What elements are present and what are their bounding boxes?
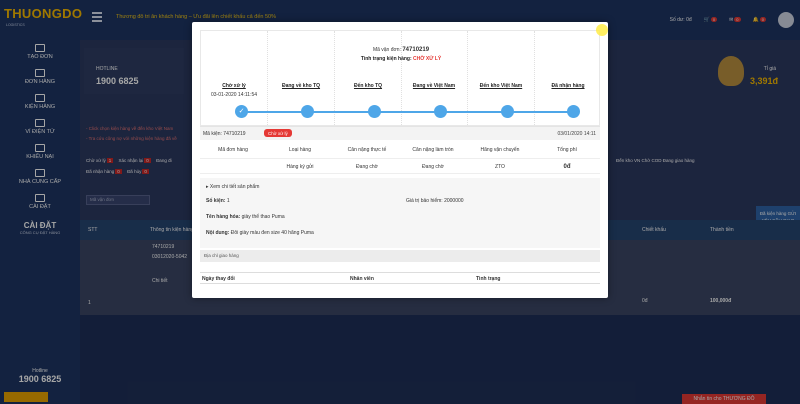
history-table-header: Ngày thay đổi Nhân viên Tình trạng [200, 272, 600, 284]
cursor-highlight [596, 24, 608, 36]
package-date: 03/01/2020 14:11 [557, 131, 596, 137]
step-label-to-vietnam: Đang về Việt Nam [412, 83, 456, 89]
tracking-panel: Mã vận đơn: 74710219 Tình trạng kiện hàn… [200, 30, 600, 126]
package-bar: Mã kiện: 74710219 Chờ xử lý 03/01/2020 1… [200, 126, 600, 140]
product-details: ▸ Xem chi tiết sản phẩm Số kiện: 1 Giá t… [200, 178, 600, 248]
step-label-at-cn-warehouse: Đến kho TQ [353, 83, 383, 89]
delivery-address: Địa chỉ giao hàng [200, 250, 600, 262]
step-dot [434, 105, 447, 118]
step-label-at-vn-warehouse: Đến kho Việt Nam [479, 83, 523, 89]
step-dot [301, 105, 314, 118]
package-detail-modal: Mã vận đơn: 74710219 Tình trạng kiện hàn… [192, 22, 608, 298]
status-badge: Chờ xử lý [264, 129, 292, 137]
step-dot [567, 105, 580, 118]
tracking-status: Tình trạng kiện hàng: CHỜ XỬ LÝ [360, 56, 442, 62]
step-label-to-cn-warehouse: Đang về kho TQ [281, 83, 321, 89]
check-icon: ✓ [235, 105, 248, 118]
expand-products-link[interactable]: ▸ Xem chi tiết sản phẩm [206, 184, 259, 190]
package-table-row: Hàng ký gửi Đang chờ Đang chờ ZTO 0đ [200, 158, 600, 174]
step-date-pending: 03-01-2020 14:11:54 [210, 92, 258, 98]
tracking-code: Mã vận đơn: 74710219 [372, 47, 430, 53]
progress-line [242, 111, 574, 113]
step-dot [368, 105, 381, 118]
step-label-received: Đã nhận hàng [551, 83, 585, 89]
package-table-header: Mã đơn hàng Loại hàng Cân nặng thực tế C… [218, 147, 577, 153]
step-label-pending: Chờ xử lý [222, 83, 246, 89]
step-dot [501, 105, 514, 118]
